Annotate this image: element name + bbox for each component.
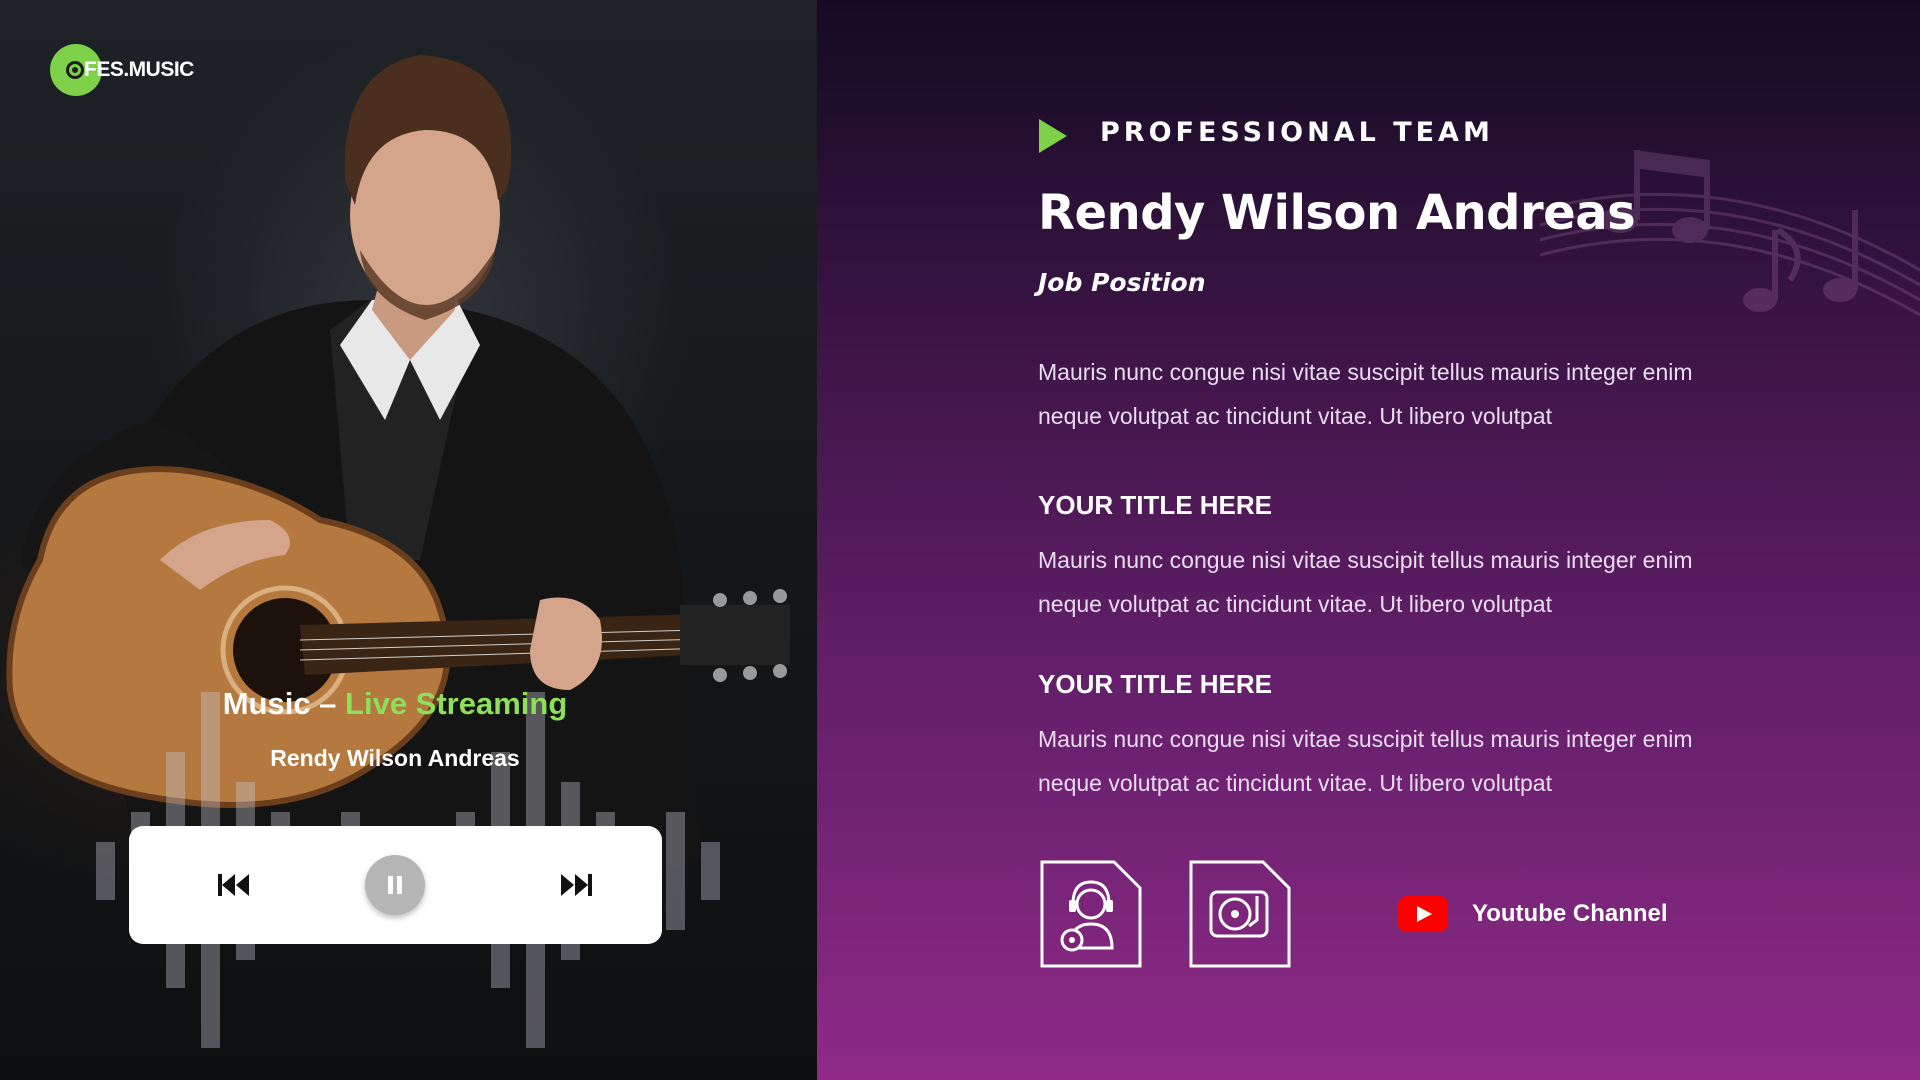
stream-artist: Rendy Wilson Andreas (270, 745, 520, 771)
previous-track-button[interactable] (199, 826, 269, 944)
music-notes-decoration (1540, 150, 1920, 317)
youtube-channel-label: Youtube Channel (1472, 900, 1668, 927)
eq-bar (666, 812, 685, 930)
section-title: YOUR TITLE HERE (1038, 490, 1273, 520)
media-player-controls (129, 826, 662, 944)
section-paragraph: Mauris nunc congue nisi vitae suscipit t… (1038, 547, 1693, 617)
play-triangle-icon (1039, 119, 1067, 153)
skip-next-icon (561, 874, 592, 896)
section-kicker: PROFESSIONAL TEAM (1100, 117, 1494, 148)
section-title: YOUR TITLE HERE (1038, 669, 1273, 699)
eq-bar (701, 842, 720, 900)
member-name: Rendy Wilson Andreas (1038, 185, 1636, 241)
stream-title: Music – Live Streaming (0, 686, 790, 722)
stream-title-accent: Live Streaming (345, 686, 568, 721)
brand-logo[interactable]: FES.MUSIC (50, 44, 194, 96)
youtube-icon (1398, 896, 1448, 932)
section-paragraph: Mauris nunc congue nisi vitae suscipit t… (1038, 726, 1693, 796)
pause-icon (388, 876, 402, 894)
pause-button[interactable] (365, 855, 425, 915)
youtube-channel-link[interactable]: Youtube Channel (1398, 896, 1668, 932)
dj-headset-document-icon[interactable] (1040, 860, 1142, 968)
vinyl-record-icon (66, 61, 84, 79)
next-track-button[interactable] (541, 826, 611, 944)
logo-text: FES.MUSIC (84, 58, 194, 81)
turntable-document-icon[interactable] (1189, 860, 1291, 968)
skip-previous-icon (218, 874, 249, 896)
intro-paragraph: Mauris nunc congue nisi vitae suscipit t… (1038, 359, 1693, 429)
stream-title-prefix: Music – (222, 686, 346, 721)
artist-photo-panel: FES.MUSIC Music – Live Streaming Rendy W… (0, 0, 817, 1080)
eq-bar (96, 842, 115, 900)
job-position: Job Position (1038, 268, 1206, 297)
